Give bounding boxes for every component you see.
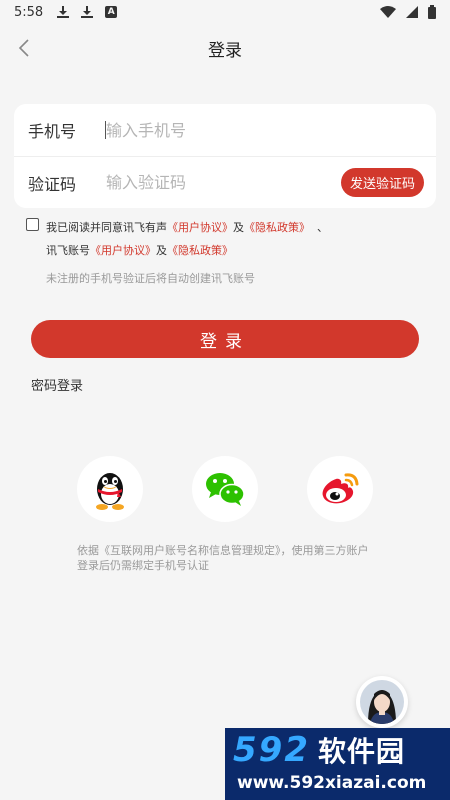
send-code-button[interactable]: 发送验证码 [340,168,424,197]
user-agreement-link-2[interactable]: 《用户协议》 [90,244,156,257]
battery-icon [428,5,436,19]
page-title: 登录 [208,40,242,61]
assistant-avatar-icon [360,680,404,724]
user-agreement-link[interactable]: 《用户协议》 [167,221,233,234]
login-form: 手机号 验证码 发送验证码 [14,104,436,208]
watermark-brand: 软件园 [317,735,405,768]
agreement-sep: 、 [317,221,328,234]
weibo-login-button[interactable] [307,456,373,522]
privacy-policy-link-2[interactable]: 《隐私政策》 [167,244,233,257]
qq-icon [96,473,124,510]
status-bar: 5:58 A [0,0,450,24]
wechat-icon [206,473,245,506]
back-button[interactable] [10,34,38,62]
download-icon [57,6,70,18]
wifi-icon [380,6,396,18]
watermark-number: 592 [233,730,310,770]
nav-bar: 登录 [0,24,450,72]
phone-input[interactable] [106,120,336,140]
third-party-note: 依据《互联网用户账号名称信息管理规定》，使用第三方账户登录后仍需绑定手机号认证 [77,544,369,572]
weibo-icon [322,473,359,504]
qq-login-button[interactable] [77,456,143,522]
download-icon [81,6,94,18]
avatar [360,680,404,724]
phone-label: 手机号 [28,122,77,141]
floating-assistant-button[interactable] [356,676,408,728]
chevron-left-icon [18,39,29,57]
status-right [380,5,436,19]
agree-checkbox[interactable] [26,218,39,231]
agreement-line-1: 我已阅读并同意讯飞有声《用户协议》及《隐私政策》 、 [26,216,426,239]
code-label: 验证码 [28,174,77,194]
watermark-logo: 592 软件园 www.592xiazai.com [225,728,450,800]
privacy-policy-link[interactable]: 《隐私政策》 [244,221,310,234]
status-time: 5:58 [14,4,44,20]
agreement-and-2: 及 [156,244,167,257]
agreement-and: 及 [233,221,244,234]
phone-row: 手机号 [14,104,436,156]
login-button[interactable]: 登录 [31,320,419,358]
code-row: 验证码 发送验证码 [14,156,436,208]
agreement-line-2: 讯飞账号《用户协议》及《隐私政策》 [26,239,426,262]
agreement-prefix-2: 讯飞账号 [46,244,90,257]
password-login-link[interactable]: 密码登录 [31,375,83,394]
wechat-login-button[interactable] [192,456,258,522]
watermark-url: www.592xiazai.com [237,773,427,793]
code-input[interactable] [106,173,336,192]
register-note: 未注册的手机号验证后将自动创建讯飞账号 [46,272,255,285]
a-notification-icon: A [105,6,118,18]
signal-icon [406,6,418,18]
text-cursor [105,121,106,139]
agreement: 我已阅读并同意讯飞有声《用户协议》及《隐私政策》 、 讯飞账号《用户协议》及《隐… [26,216,426,262]
watermark-top: 592 软件园 [225,728,450,772]
agreement-prefix: 我已阅读并同意讯飞有声 [46,221,167,234]
